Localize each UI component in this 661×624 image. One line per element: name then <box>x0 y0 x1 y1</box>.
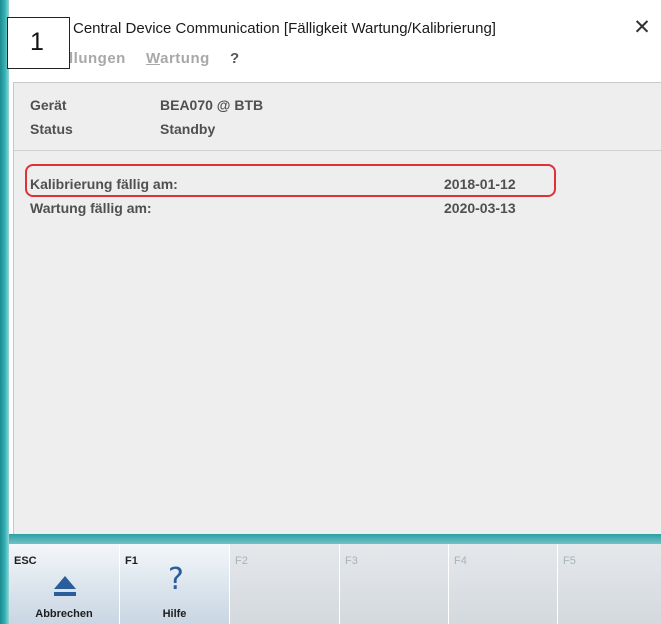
window-left-accent <box>0 0 9 624</box>
function-key-bar-accent <box>9 534 661 544</box>
close-icon: ✕ <box>633 16 651 39</box>
fkey-code-f5: F5 <box>563 555 576 567</box>
fkey-code-esc: ESC <box>14 555 37 567</box>
device-value: BEA070 @ BTB <box>160 97 264 113</box>
fkey-label-cancel: Abbrechen <box>35 608 93 620</box>
esc-cancel-button[interactable]: ESC Abbrechen <box>9 544 120 624</box>
step-number-badge: 1 <box>7 17 70 69</box>
fkey-code-f4: F4 <box>454 555 467 567</box>
device-label: Gerät <box>30 97 67 113</box>
app-window: Central Device Communication [Fälligkeit… <box>0 0 661 624</box>
menu-wartung[interactable]: Wartung <box>146 50 210 67</box>
fkey-code-f2: F2 <box>235 555 248 567</box>
f4-button[interactable]: F4 <box>449 544 558 624</box>
calibration-due-date: 2018-01-12 <box>444 176 516 192</box>
f2-button[interactable]: F2 <box>230 544 340 624</box>
menu-bar: llungen Wartung ? <box>9 42 661 72</box>
maintenance-due-label: Wartung fällig am: <box>30 200 152 216</box>
menu-settings[interactable]: llungen <box>69 50 126 67</box>
fkey-code-f1: F1 <box>125 555 138 567</box>
maintenance-due-date: 2020-03-13 <box>444 200 516 216</box>
function-key-bar: ESC Abbrechen F1 ? Hilfe F2 F3 F4 F5 <box>9 534 661 624</box>
status-label: Status <box>30 121 73 137</box>
step-number: 1 <box>30 28 44 56</box>
f1-help-button[interactable]: F1 ? Hilfe <box>120 544 230 624</box>
content-panel: Gerät BEA070 @ BTB Status Standby Kalibr… <box>13 82 661 534</box>
title-bar[interactable]: Central Device Communication [Fälligkeit… <box>9 0 661 42</box>
close-button[interactable]: ✕ <box>627 14 657 42</box>
status-value: Standby <box>160 121 216 137</box>
f5-button[interactable]: F5 <box>558 544 661 624</box>
section-divider <box>14 150 661 151</box>
fkey-label-help: Hilfe <box>162 608 187 620</box>
window-title: Central Device Communication [Fälligkeit… <box>73 20 496 37</box>
calibration-due-label: Kalibrierung fällig am: <box>30 176 178 192</box>
question-mark-icon: ? <box>168 562 184 597</box>
eject-icon <box>54 576 76 596</box>
fkey-code-f3: F3 <box>345 555 358 567</box>
menu-help[interactable]: ? <box>230 50 240 67</box>
f3-button[interactable]: F3 <box>340 544 449 624</box>
